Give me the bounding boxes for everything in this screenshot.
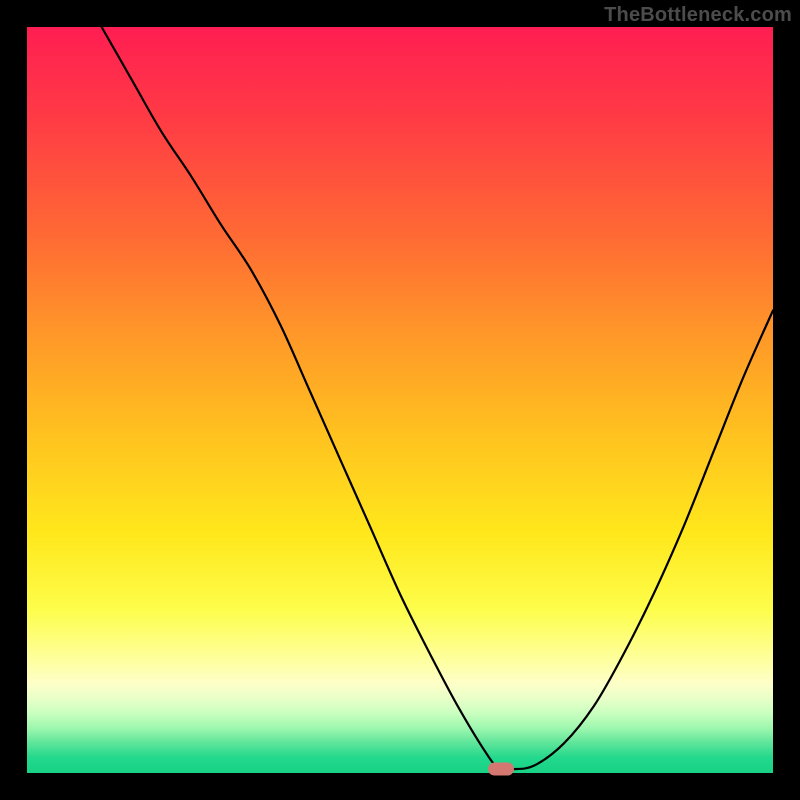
watermark-text: TheBottleneck.com [604,4,792,27]
chart-container: TheBottleneck.com [0,0,800,800]
bottleneck-curve [27,27,773,773]
optimum-marker [488,763,514,776]
plot-area [27,27,773,773]
